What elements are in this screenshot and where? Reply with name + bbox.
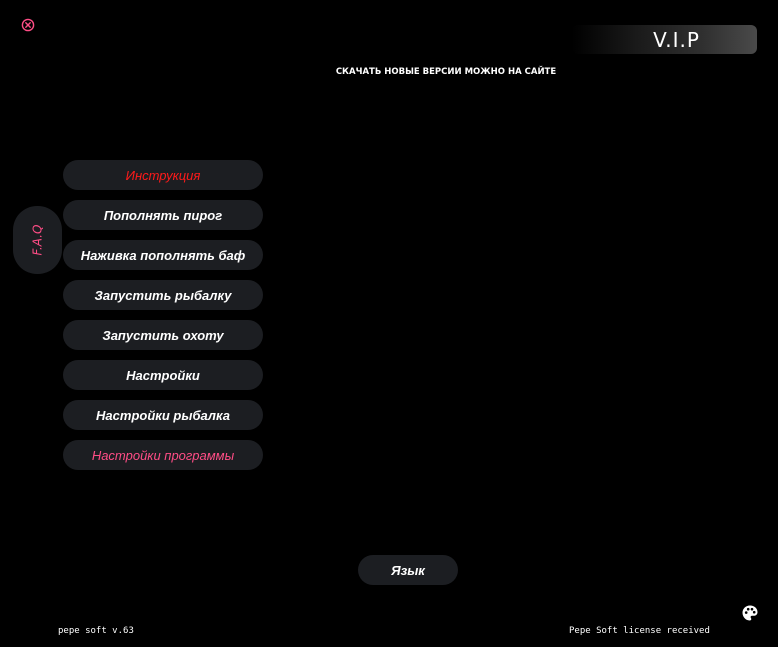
close-button[interactable] xyxy=(21,18,35,32)
start-fishing-button[interactable]: Запустить рыбалку xyxy=(63,280,263,310)
fishing-settings-button[interactable]: Настройки рыбалка xyxy=(63,400,263,430)
main-menu: Инструкция Пополнять пирог Наживка попол… xyxy=(63,160,263,480)
close-circle-icon xyxy=(21,18,35,32)
instruction-button[interactable]: Инструкция xyxy=(63,160,263,190)
program-settings-button[interactable]: Настройки программы xyxy=(63,440,263,470)
vip-button[interactable]: V.I.P xyxy=(572,25,757,54)
palette-icon xyxy=(742,605,758,621)
faq-label: F.A.Q xyxy=(30,224,45,256)
settings-button[interactable]: Настройки xyxy=(63,360,263,390)
bait-refill-buff-button[interactable]: Наживка пополнять баф xyxy=(63,240,263,270)
refill-pie-button[interactable]: Пополнять пирог xyxy=(63,200,263,230)
version-label: pepe soft v.63 xyxy=(58,626,134,636)
theme-button[interactable] xyxy=(741,604,759,622)
faq-tab[interactable]: F.A.Q xyxy=(13,206,62,274)
vip-label: V.I.P xyxy=(653,27,700,52)
download-note: СКАЧАТЬ НОВЫЕ ВЕРСИИ МОЖНО НА САЙТЕ xyxy=(335,67,557,77)
start-hunting-button[interactable]: Запустить охоту xyxy=(63,320,263,350)
license-status: Pepe Soft license received xyxy=(569,626,710,636)
language-button[interactable]: Язык xyxy=(358,555,458,585)
